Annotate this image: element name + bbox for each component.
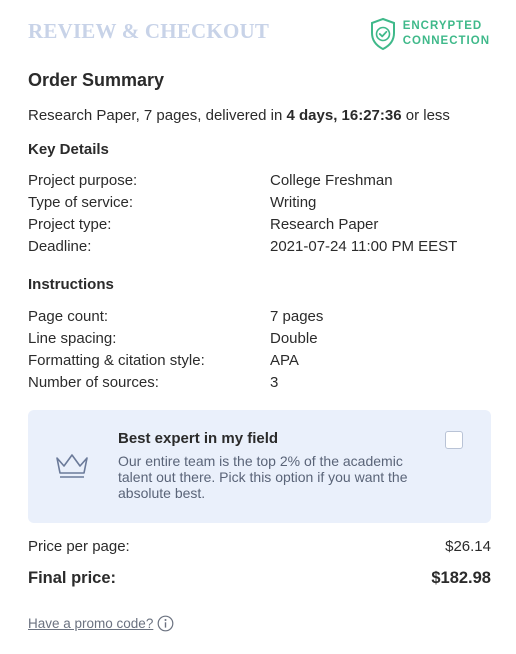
instruction-row-page-count: Page count: 7 pages xyxy=(28,308,488,330)
detail-label: Project type: xyxy=(28,216,112,233)
detail-value: Writing xyxy=(270,194,317,211)
instruction-label: Formatting & citation style: xyxy=(28,352,205,369)
detail-label: Project purpose: xyxy=(28,172,138,189)
detail-row-project-purpose: Project purpose: College Freshman xyxy=(28,172,488,194)
price-per-page-row: Price per page: $26.14 xyxy=(28,538,491,558)
detail-value: Research Paper xyxy=(270,216,379,233)
price-per-page-label: Price per page: xyxy=(28,538,130,555)
best-expert-option[interactable]: Best expert in my field Our entire team … xyxy=(28,410,491,523)
order-summary-title: Order Summary xyxy=(28,70,165,90)
encrypted-connection-badge: ENCRYPTED CONNECTION xyxy=(369,16,490,52)
instruction-label: Line spacing: xyxy=(28,330,117,347)
key-details-title: Key Details xyxy=(28,141,109,158)
detail-row-project-type: Project type: Research Paper xyxy=(28,216,488,238)
instructions-title: Instructions xyxy=(28,276,114,293)
order-summary-line: Research Paper, 7 pages, delivered in 4 … xyxy=(28,107,450,124)
detail-value: College Freshman xyxy=(270,172,393,189)
best-expert-checkbox[interactable] xyxy=(445,431,463,449)
detail-label: Deadline: xyxy=(28,238,92,255)
instruction-row-citation-style: Formatting & citation style: APA xyxy=(28,352,488,374)
info-icon[interactable] xyxy=(157,615,174,637)
detail-row-service-type: Type of service: Writing xyxy=(28,194,488,216)
instruction-value: Double xyxy=(270,330,318,347)
expert-option-description: Our entire team is the top 2% of the aca… xyxy=(118,453,408,501)
delivery-time: 4 days, 16:27:36 xyxy=(286,107,402,124)
crown-icon xyxy=(54,452,90,485)
page-title: REVIEW & CHECKOUT xyxy=(28,19,270,43)
final-price-row: Final price: $182.98 xyxy=(28,569,491,591)
instruction-value: APA xyxy=(270,352,299,369)
price-per-page-value: $26.14 xyxy=(445,538,491,555)
detail-row-deadline: Deadline: 2021-07-24 11:00 PM EEST xyxy=(28,238,488,260)
instruction-value: 7 pages xyxy=(270,308,324,325)
shield-check-icon xyxy=(369,17,397,51)
instruction-value: 3 xyxy=(270,374,279,391)
instruction-label: Number of sources: xyxy=(28,374,159,391)
summary-prefix: Research Paper, 7 pages, delivered in xyxy=(28,107,287,124)
instruction-label: Page count: xyxy=(28,308,109,325)
final-price-label: Final price: xyxy=(28,569,117,587)
checkout-header: REVIEW & CHECKOUT ENCRYPTED CONNECTION xyxy=(28,16,490,56)
final-price-value: $182.98 xyxy=(431,569,491,587)
expert-option-title: Best expert in my field xyxy=(118,430,279,447)
promo-code-link[interactable]: Have a promo code? xyxy=(28,616,153,631)
instruction-row-sources: Number of sources: 3 xyxy=(28,374,488,396)
instruction-row-line-spacing: Line spacing: Double xyxy=(28,330,488,352)
detail-label: Type of service: xyxy=(28,194,134,211)
badge-line-2: CONNECTION xyxy=(402,35,490,47)
detail-value: 2021-07-24 11:00 PM EEST xyxy=(270,238,458,255)
badge-line-1: ENCRYPTED xyxy=(402,20,483,32)
summary-suffix: or less xyxy=(401,107,450,124)
